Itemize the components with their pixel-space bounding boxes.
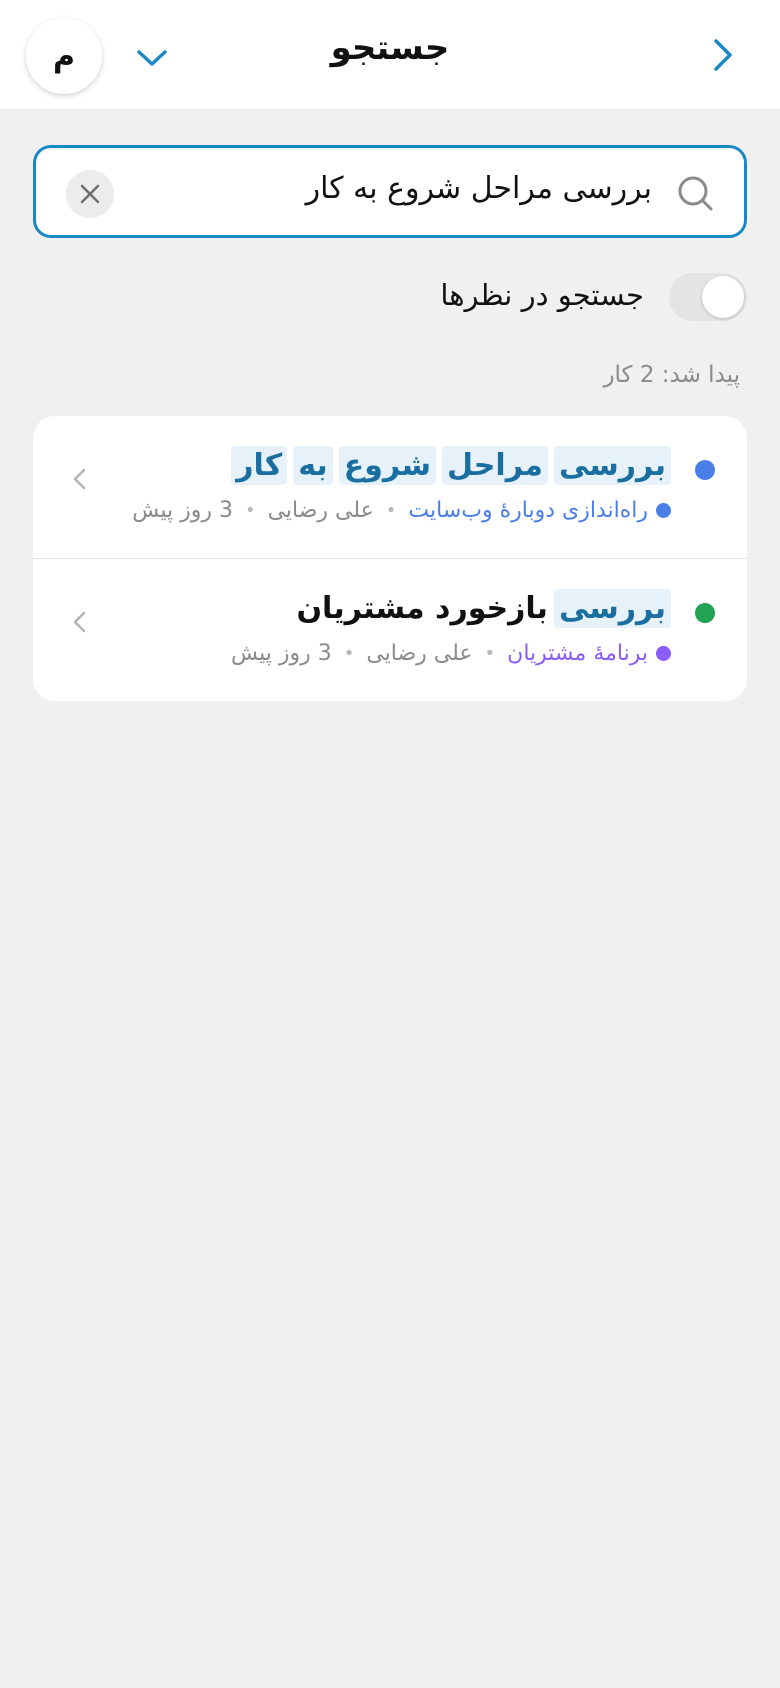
search-comments-toggle[interactable] [669, 273, 747, 321]
title-highlight: به [293, 446, 333, 485]
status-dot [695, 460, 715, 480]
project-name: راه‌اندازی دوبارهٔ وب‌سایت [408, 498, 648, 523]
search-comments-row: جستجو در نظرها [0, 270, 780, 326]
search-icon [678, 176, 713, 211]
page-title: جستجو [330, 28, 450, 68]
separator-dot: • [484, 643, 496, 664]
result-meta: راه‌اندازی دوبارهٔ وب‌سایت • علی رضایی •… [132, 498, 671, 523]
assignee-name: علی رضایی [366, 641, 473, 666]
title-highlight: کار [231, 446, 288, 485]
results-list: بررسیمراحلشروعبهکار راه‌اندازی دوبارهٔ و… [33, 416, 747, 701]
project-color-dot [656, 503, 671, 518]
project-name: برنامهٔ مشتریان [507, 641, 648, 666]
close-icon [80, 184, 100, 204]
search-input[interactable]: بررسی مراحل شروع به کار [306, 171, 652, 206]
title-highlight: بررسی [553, 589, 671, 628]
separator-dot: • [385, 500, 397, 521]
result-meta: برنامهٔ مشتریان • علی رضایی • 3 روز پیش [231, 641, 671, 666]
title-highlight: بررسی [553, 446, 671, 485]
title-rest: بازخورد مشتریان [296, 591, 548, 626]
chevron-left-icon [73, 468, 86, 490]
clear-search-button[interactable] [66, 170, 114, 218]
title-dropdown-button[interactable] [134, 40, 170, 76]
result-title: بررسیمراحلشروعبهکار [225, 446, 671, 485]
assignee-name: علی رضایی [267, 498, 374, 523]
chevron-down-icon [137, 50, 167, 66]
separator-dot: • [343, 643, 355, 664]
separator-dot: • [244, 500, 256, 521]
result-count: پیدا شد: 2 کار [603, 362, 740, 388]
chevron-left-icon [73, 611, 86, 633]
relative-time: 3 روز پیش [132, 498, 233, 523]
project-color-dot [656, 646, 671, 661]
result-item[interactable]: بررسیبازخورد مشتریان برنامهٔ مشتریان • ع… [33, 559, 747, 701]
avatar[interactable]: م [26, 18, 102, 94]
relative-time: 3 روز پیش [231, 641, 332, 666]
title-highlight: مراحل [442, 446, 548, 485]
search-comments-label: جستجو در نظرها [440, 278, 644, 312]
title-highlight: شروع [338, 446, 437, 485]
status-dot [695, 603, 715, 623]
result-item[interactable]: بررسیمراحلشروعبهکار راه‌اندازی دوبارهٔ و… [33, 416, 747, 559]
app-header: جستجو م [0, 0, 780, 110]
toggle-knob [702, 276, 744, 318]
result-title: بررسیبازخورد مشتریان [296, 589, 671, 628]
search-field[interactable]: بررسی مراحل شروع به کار [33, 145, 747, 238]
